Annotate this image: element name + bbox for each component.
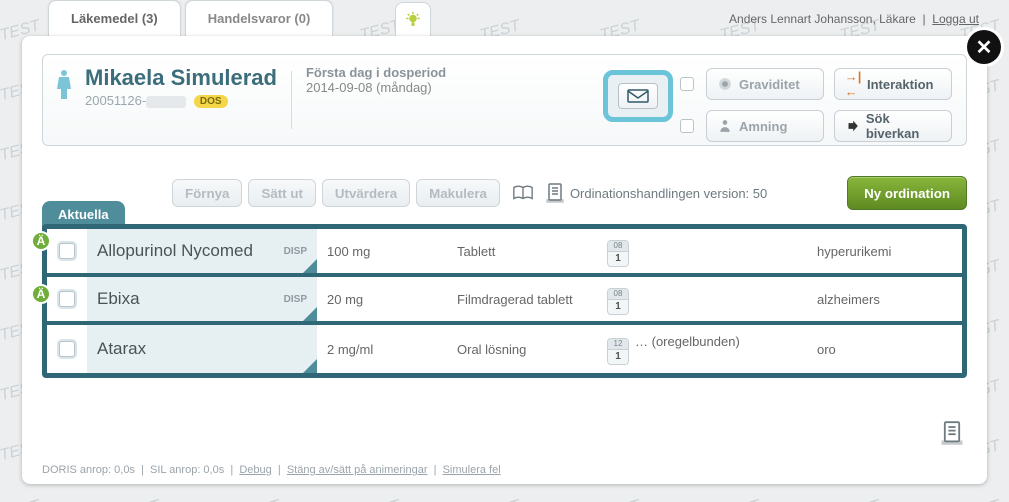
new-ordination-button[interactable]: Ny ordination xyxy=(847,176,967,210)
utvardera-button[interactable]: Utvärdera xyxy=(322,179,410,207)
dose-cell: 20 mg xyxy=(317,286,447,313)
table-row: Allopurinol Nycomed DISP 100 mg Tablett 0… xyxy=(47,229,962,277)
a-badge: Ä xyxy=(31,231,51,251)
user-bar: Anders Lennart Johansson, Läkare | Logga… xyxy=(729,12,979,26)
user-name: Anders Lennart Johansson, Läkare xyxy=(729,12,916,26)
mail-highlight xyxy=(603,70,673,122)
a-badge: Ä xyxy=(31,284,51,304)
drug-name-cell[interactable]: Atarax xyxy=(87,325,317,373)
book-icon[interactable] xyxy=(512,184,534,202)
nursing-button: Amning xyxy=(706,110,824,142)
nursing-label: Amning xyxy=(739,119,787,134)
form-cell: Filmdragerad tablett xyxy=(447,286,597,313)
row-checkbox[interactable] xyxy=(59,243,75,259)
nursing-icon xyxy=(717,118,733,134)
reason-cell: oro xyxy=(807,336,962,363)
sattut-button[interactable]: Sätt ut xyxy=(248,179,315,207)
table-row: Atarax 2 mg/ml Oral lösning 121… (oregel… xyxy=(47,325,962,373)
dos-badge: DOS xyxy=(194,95,228,108)
medication-grid: Allopurinol Nycomed DISP 100 mg Tablett 0… xyxy=(42,224,967,378)
simulate-link[interactable]: Simulera fel xyxy=(443,464,501,476)
schedule-cell: 121… (oregelbunden) xyxy=(597,328,807,371)
interaction-label: Interaktion xyxy=(867,77,933,92)
sil-text: SIL anrop: 0,0s xyxy=(150,464,224,476)
row-checkbox[interactable] xyxy=(59,341,75,357)
mail-button[interactable] xyxy=(618,83,658,109)
drug-name: Allopurinol Nycomed xyxy=(97,241,253,261)
schedule-cell: 081 xyxy=(597,278,807,321)
pregnancy-icon xyxy=(717,76,733,92)
dose-period-label: Första dag i dosperiod xyxy=(306,65,446,80)
patient-card: Mikaela Simulerad 20051126- DOS Första d… xyxy=(42,54,967,146)
patient-name: Mikaela Simulerad xyxy=(85,65,277,91)
document-icon[interactable] xyxy=(546,183,564,203)
makulera-button[interactable]: Makulera xyxy=(416,179,500,207)
tab-goods[interactable]: Handelsvaror (0) xyxy=(185,0,334,36)
patient-pnr: 20051126- xyxy=(85,93,146,108)
drug-name-cell[interactable]: Allopurinol Nycomed DISP xyxy=(87,229,317,273)
logout-link[interactable]: Logga ut xyxy=(932,12,979,26)
doris-text: DORIS anrop: 0,0s xyxy=(42,464,135,476)
person-icon xyxy=(55,69,77,104)
fornya-button[interactable]: Förnya xyxy=(172,179,242,207)
table-row: Ebixa DISP 20 mg Filmdragerad tablett 081… xyxy=(47,277,962,325)
pregnancy-checkbox[interactable] xyxy=(680,77,694,91)
share-icon xyxy=(845,118,860,134)
reason-cell: alzheimers xyxy=(807,286,962,313)
interaction-icon: →|← xyxy=(845,76,861,92)
row-checkbox[interactable] xyxy=(59,291,75,307)
disp-badge: DISP xyxy=(284,294,307,305)
close-icon[interactable]: ✕ xyxy=(967,30,1001,64)
pregnancy-button: Graviditet xyxy=(706,68,824,100)
footer: DORIS anrop: 0,0s | SIL anrop: 0,0s | De… xyxy=(42,464,501,476)
bulb-icon[interactable] xyxy=(395,2,431,36)
tab-medicines[interactable]: Läkemedel (3) xyxy=(48,0,181,36)
drug-name: Ebixa xyxy=(97,289,140,309)
sideeffect-button[interactable]: Sök biverkan xyxy=(834,110,952,142)
debug-link[interactable]: Debug xyxy=(239,464,271,476)
form-cell: Oral lösning xyxy=(447,336,597,363)
reason-cell: hyperurikemi xyxy=(807,238,962,265)
nursing-checkbox[interactable] xyxy=(680,119,694,133)
pregnancy-label: Graviditet xyxy=(739,77,800,92)
dose-cell: 2 mg/ml xyxy=(317,336,447,363)
print-icon[interactable] xyxy=(941,421,963,448)
disp-badge: DISP xyxy=(284,246,307,257)
version-text: Ordinationshandlingen version: 50 xyxy=(570,186,767,201)
dose-period-date: 2014-09-08 (måndag) xyxy=(306,80,446,95)
anim-link[interactable]: Stäng av/sätt på animeringar xyxy=(287,464,428,476)
form-cell: Tablett xyxy=(447,238,597,265)
drug-name: Atarax xyxy=(97,339,146,359)
sideeffect-label: Sök biverkan xyxy=(866,111,941,141)
drug-name-cell[interactable]: Ebixa DISP xyxy=(87,277,317,321)
interaction-button[interactable]: →|← Interaktion xyxy=(834,68,952,100)
dose-cell: 100 mg xyxy=(317,238,447,265)
schedule-cell: 081 xyxy=(597,230,807,273)
